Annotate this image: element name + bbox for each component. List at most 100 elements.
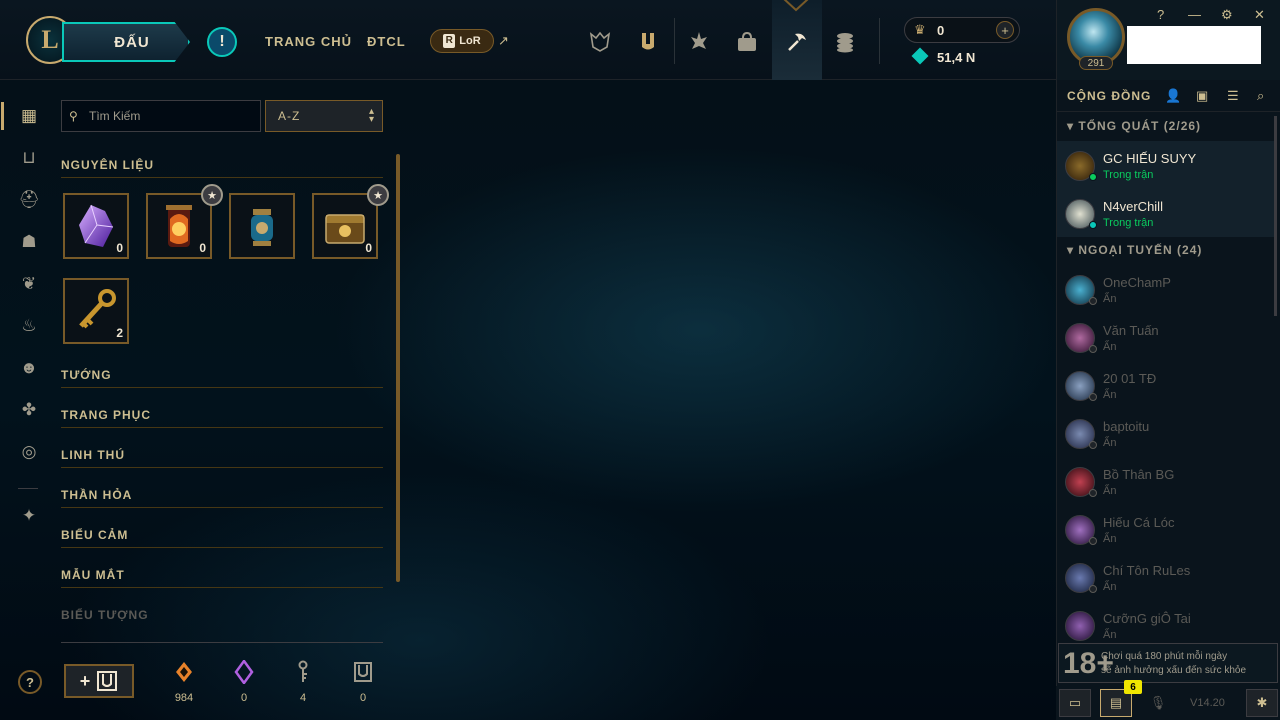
lor-icon: R — [443, 34, 456, 48]
warning-text: Chơi quá 180 phút mỗi ngày sẽ ảnh hưởng … — [1101, 650, 1246, 678]
microphone-icon[interactable]: 🎙 — [1142, 689, 1174, 717]
chest-nav-icon[interactable]: ⊔ — [18, 147, 40, 169]
loot-icon[interactable] — [777, 22, 817, 62]
add-friend-icon[interactable]: 👤 — [1165, 88, 1181, 104]
section-ward-skins[interactable]: THẦN HỎA — [61, 488, 132, 502]
friend-item[interactable]: baptoitu Ẩn — [1057, 409, 1275, 457]
status-dot — [1089, 393, 1097, 401]
friend-name: N4verChill — [1103, 199, 1163, 214]
chat-icon[interactable]: ▭ — [1059, 689, 1091, 717]
tft-nav-icon[interactable]: ✦ — [18, 505, 40, 527]
craft-chest-button[interactable]: + — [64, 664, 134, 698]
friend-name: Bồ Thân BG — [1103, 467, 1175, 482]
champion-nav-icon[interactable]: ⛑ — [18, 189, 40, 211]
left-nav-active-indicator — [1, 102, 4, 130]
friend-status: Ẩn — [1103, 437, 1117, 449]
settings-icon[interactable]: ⚙ — [1221, 7, 1233, 23]
buy-rp-button[interactable]: + — [996, 21, 1014, 39]
section-materials[interactable]: NGUYÊN LIỆU — [61, 158, 154, 172]
section-divider — [61, 427, 383, 428]
search-icon: ⚲ — [69, 109, 78, 123]
sort-value: A-Z — [278, 109, 301, 123]
summoner-name-box[interactable] — [1127, 26, 1261, 64]
friend-item[interactable]: OneChamP Ẩn — [1057, 265, 1275, 313]
emote-nav-icon[interactable]: ☻ — [18, 357, 40, 379]
eye-color-nav-icon[interactable]: ✤ — [18, 399, 40, 421]
friend-status: Ẩn — [1103, 485, 1117, 497]
loot-item[interactable]: 2 — [63, 278, 129, 344]
loot-item[interactable]: 0 — [146, 193, 212, 259]
lor-button[interactable]: R LoR — [430, 29, 494, 53]
friend-status: Ẩn — [1103, 581, 1117, 593]
group-general-header[interactable]: ▾ TỔNG QUÁT (2/26) — [1067, 119, 1201, 133]
social-title: CỘNG ĐỒNG — [1067, 89, 1152, 103]
help-icon[interactable]: ? — [18, 670, 42, 694]
friend-item[interactable]: Bồ Thân BG Ẩn — [1057, 457, 1275, 505]
divider — [674, 18, 675, 64]
blue-essence-value: 51,4 N — [937, 50, 976, 65]
friend-name: baptoitu — [1103, 419, 1150, 434]
status-dot — [1089, 585, 1097, 593]
search-icon[interactable]: ⌕ — [1257, 88, 1264, 104]
alert-button[interactable]: ! — [207, 27, 237, 57]
friend-item[interactable]: Hiếu Cá Lóc Ẩn — [1057, 505, 1275, 553]
friend-status: Ẩn — [1103, 293, 1117, 305]
play-button-label: ĐẤU — [114, 33, 150, 51]
friend-item[interactable]: Văn Tuấn Ẩn — [1057, 313, 1275, 361]
social-scrollbar[interactable] — [1274, 116, 1277, 316]
ranked-icon[interactable] — [580, 22, 620, 62]
store-icon[interactable] — [727, 22, 767, 62]
ward-nav-icon[interactable]: ♨ — [18, 315, 40, 337]
nav-home[interactable]: TRANG CHỦ — [265, 34, 352, 49]
external-link-icon: ↗ — [498, 33, 509, 48]
list-icon[interactable]: ☰ — [1227, 88, 1239, 104]
section-companions[interactable]: LINH THÚ — [61, 448, 125, 462]
friend-status: Ẩn — [1103, 533, 1117, 545]
chest-token-icon — [354, 662, 372, 682]
friend-name: Chí Tôn RuLes — [1103, 563, 1191, 578]
bug-report-icon[interactable]: ✱ — [1246, 689, 1278, 717]
all-grid-icon[interactable]: ▦ — [18, 105, 40, 127]
close-icon[interactable]: ✕ — [1254, 7, 1265, 23]
section-champions[interactable]: TƯỚNG — [61, 368, 112, 382]
friend-item[interactable]: N4verChill Trong trận — [1057, 189, 1275, 237]
currency-icon[interactable] — [825, 22, 865, 62]
friend-item[interactable]: GC HIẾU SUYY Trong trận — [1057, 141, 1275, 189]
sort-dropdown[interactable]: A-Z ▴ ▾ — [265, 100, 383, 132]
section-divider — [61, 177, 383, 178]
friend-item[interactable]: Chí Tôn RuLes Ẩn — [1057, 553, 1275, 601]
play-button[interactable]: ĐẤU — [62, 22, 190, 62]
nav-tft[interactable]: ĐTCL — [367, 34, 406, 49]
icon-nav-icon[interactable]: ◎ — [18, 441, 40, 463]
tft-icon[interactable] — [679, 22, 719, 62]
loot-item[interactable]: 0 — [312, 193, 378, 259]
section-divider — [61, 507, 383, 508]
skin-nav-icon[interactable]: ☗ — [18, 231, 40, 253]
collection-icon[interactable] — [628, 22, 668, 62]
section-eye-colors[interactable]: MẪU MẮT — [61, 568, 125, 582]
collection-scrollbar[interactable] — [396, 154, 400, 582]
key-icon — [79, 289, 116, 329]
group-offline-header[interactable]: ▾ NGOẠI TUYẾN (24) — [1067, 243, 1202, 257]
section-icons[interactable]: BIỂU TƯỢNG — [61, 608, 149, 622]
companion-nav-icon[interactable]: ❦ — [18, 273, 40, 295]
status-dot — [1089, 173, 1097, 181]
divider — [879, 18, 880, 64]
star-badge-icon: ★ — [367, 184, 389, 206]
loot-item[interactable] — [229, 193, 295, 259]
section-divider — [61, 467, 383, 468]
warning-line1: Chơi quá 180 phút mỗi ngày — [1101, 651, 1228, 662]
minimize-icon[interactable]: — — [1188, 7, 1201, 22]
friend-avatar — [1065, 611, 1095, 641]
key-fragment-icon — [298, 660, 308, 682]
help-icon[interactable]: ? — [1157, 7, 1164, 22]
section-emotes[interactable]: BIỂU CẢM — [61, 528, 128, 542]
add-folder-icon[interactable]: ▣ — [1196, 88, 1208, 104]
search-field[interactable]: ⚲ Tìm Kiếm — [61, 100, 261, 132]
resource-value: 984 — [174, 692, 194, 704]
loot-item[interactable]: 0 — [63, 193, 129, 259]
friend-item[interactable]: CưỡnG giÔ Tai Ẩn — [1057, 601, 1275, 641]
friend-item[interactable]: 20 01 TĐ Ẩn — [1057, 361, 1275, 409]
status-dot — [1089, 489, 1097, 497]
section-skins[interactable]: TRANG PHỤC — [61, 408, 151, 422]
